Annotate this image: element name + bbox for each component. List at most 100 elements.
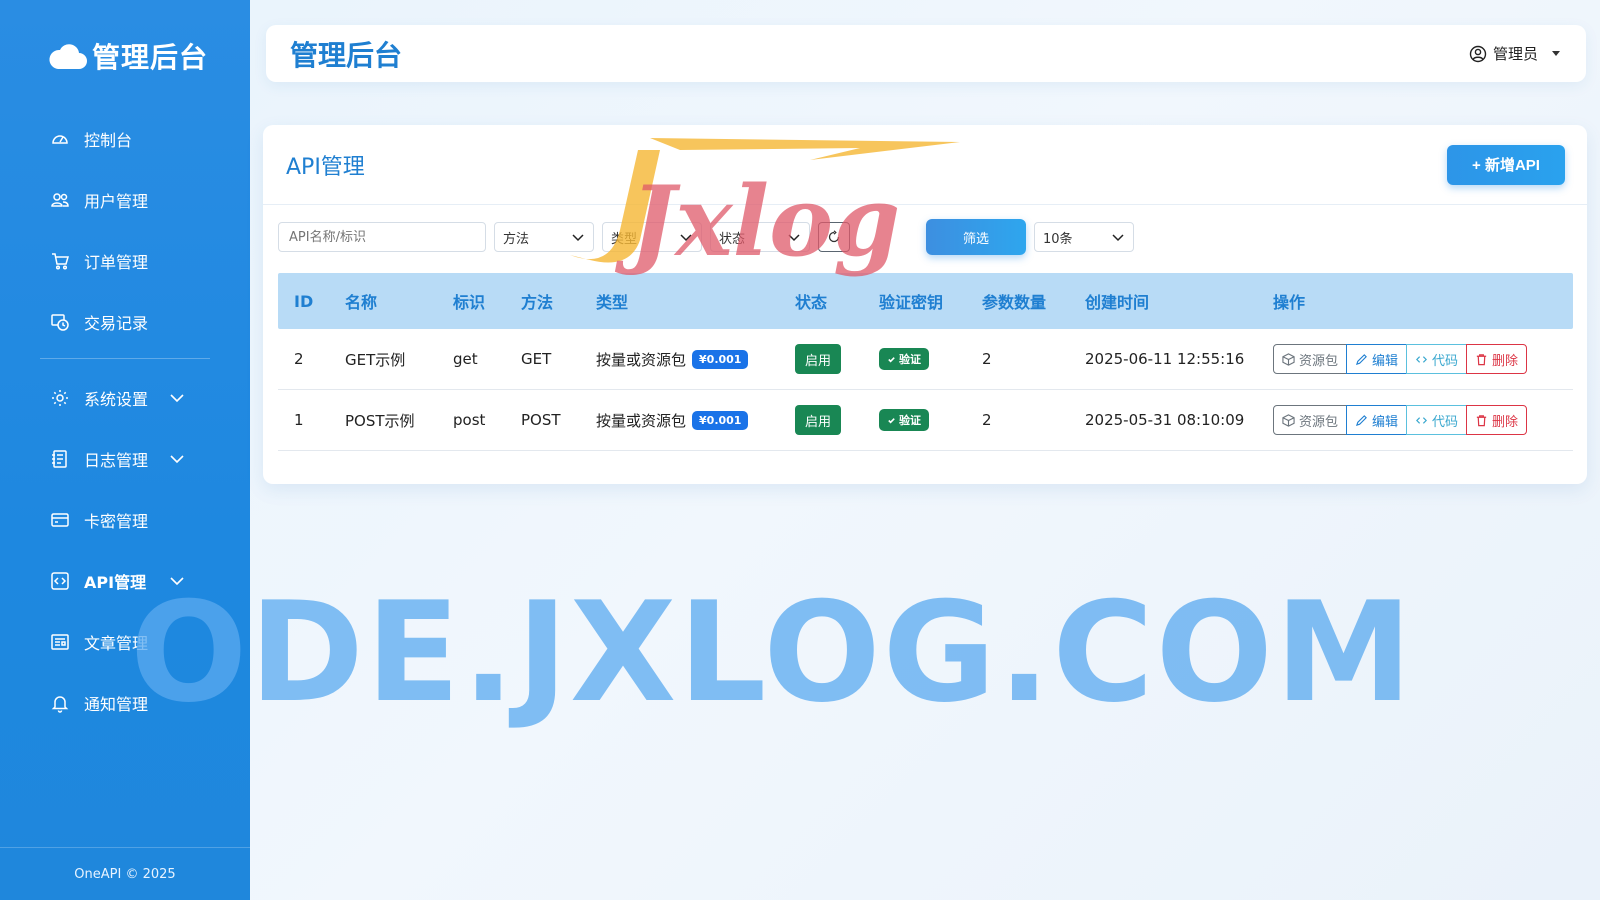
cell-ident: post <box>453 411 486 429</box>
api-card: API管理 + 新增API 方法 类型 状态 筛选 10条 ID 名称 标识 <box>263 125 1587 484</box>
code-icon <box>1416 416 1428 424</box>
op-label: 资源包 <box>1299 353 1339 369</box>
transactions-icon <box>50 312 70 332</box>
type-select[interactable]: 类型 <box>602 222 702 252</box>
sidebar-item-label: 通知管理 <box>84 694 149 714</box>
op-label: 编辑 <box>1372 414 1399 430</box>
code-icon <box>1416 355 1428 363</box>
cell-method: POST <box>521 411 561 429</box>
col-header-name: 名称 <box>345 293 378 312</box>
resource-pack-button[interactable]: 资源包 <box>1273 344 1348 374</box>
type-text: 按量或资源包 <box>596 350 687 369</box>
delete-button[interactable]: 删除 <box>1466 405 1528 435</box>
api-table: ID 名称 标识 方法 类型 状态 验证密钥 参数数量 创建时间 操作 2 GE… <box>278 273 1573 451</box>
caret-down-icon <box>1552 51 1560 56</box>
table-header: ID 名称 标识 方法 类型 状态 验证密钥 参数数量 创建时间 操作 <box>278 273 1573 329</box>
col-header-verify: 验证密钥 <box>879 293 944 312</box>
sidebar-item-users[interactable]: 用户管理 <box>0 169 250 230</box>
page-title: 管理后台 <box>290 38 403 72</box>
cell-created: 2025-05-31 08:10:09 <box>1085 411 1245 429</box>
type-select-value: 类型 <box>611 231 638 247</box>
sidebar-item-articles[interactable]: 文章管理 <box>0 611 250 672</box>
verify-text: 验证 <box>899 353 921 366</box>
trash-icon <box>1476 353 1487 365</box>
newspaper-icon <box>50 632 70 652</box>
watermark-domain: ODE.JXLOG.COM <box>130 572 1415 733</box>
sidebar-item-cards[interactable]: 卡密管理 <box>0 489 250 550</box>
cart-icon <box>50 251 70 271</box>
code-button[interactable]: 代码 <box>1406 405 1468 435</box>
chevron-down-icon <box>788 234 800 242</box>
sidebar-item-notifications[interactable]: 通知管理 <box>0 672 250 733</box>
op-label: 编辑 <box>1372 353 1399 369</box>
chevron-down-icon <box>170 394 184 403</box>
sidebar-item-label: 订单管理 <box>84 252 149 272</box>
page-size-select[interactable]: 10条 <box>1034 222 1134 252</box>
sidebar-item-label: API管理 <box>84 572 147 592</box>
edit-button[interactable]: 编辑 <box>1346 344 1408 374</box>
cell-params: 2 <box>982 411 992 429</box>
sidebar-item-label: 系统设置 <box>84 389 149 409</box>
box-icon <box>1282 413 1295 427</box>
col-header-method: 方法 <box>521 293 554 312</box>
sidebar-item-label: 卡密管理 <box>84 511 149 531</box>
method-select[interactable]: 方法 <box>494 222 594 252</box>
cell-created: 2025-06-11 12:55:16 <box>1085 350 1245 368</box>
filter-bar: 方法 类型 状态 筛选 10条 <box>278 219 1134 255</box>
sidebar-item-settings[interactable]: 系统设置 <box>0 367 250 428</box>
add-api-button[interactable]: + 新增API <box>1447 144 1565 185</box>
user-menu[interactable]: 管理员 <box>1469 43 1560 64</box>
col-header-params: 参数数量 <box>982 293 1047 312</box>
code-button[interactable]: 代码 <box>1406 344 1468 374</box>
cell-id: 2 <box>294 350 304 368</box>
op-label: 删除 <box>1492 353 1519 369</box>
cloud-icon <box>48 41 88 71</box>
code-square-icon <box>50 571 70 591</box>
resource-pack-button[interactable]: 资源包 <box>1273 405 1348 435</box>
edit-button[interactable]: 编辑 <box>1346 405 1408 435</box>
page-size-value: 10条 <box>1043 231 1073 247</box>
op-label: 代码 <box>1432 414 1459 430</box>
sidebar-item-transactions[interactable]: 交易记录 <box>0 291 250 352</box>
card-title: API管理 <box>286 154 365 180</box>
gear-icon <box>50 388 70 408</box>
table-row: 2 GET示例 get GET 按量或资源包 ¥0.001 启用 验证 2 20… <box>278 329 1573 390</box>
brand[interactable]: 管理后台 <box>48 36 208 76</box>
cell-type: 按量或资源包 ¥0.001 <box>596 410 749 431</box>
sidebar-item-logs[interactable]: 日志管理 <box>0 428 250 489</box>
type-text: 按量或资源包 <box>596 411 687 430</box>
chevron-down-icon <box>572 234 584 242</box>
nav-divider <box>40 358 210 359</box>
col-header-id: ID <box>294 291 314 311</box>
status-select[interactable]: 状态 <box>710 222 810 252</box>
op-label: 资源包 <box>1299 414 1339 430</box>
filter-button[interactable]: 筛选 <box>926 219 1026 255</box>
verify-badge: 验证 <box>879 348 929 370</box>
status-select-value: 状态 <box>719 231 746 247</box>
verify-badge: 验证 <box>879 409 929 431</box>
dashboard-icon <box>50 129 70 149</box>
chevron-down-icon <box>170 455 184 464</box>
delete-button[interactable]: 删除 <box>1466 344 1528 374</box>
cell-id: 1 <box>294 411 304 429</box>
reset-button[interactable] <box>818 222 850 252</box>
top-header: 管理后台 管理员 <box>266 25 1586 82</box>
chevron-down-icon <box>680 234 692 242</box>
sidebar-item-dashboard[interactable]: 控制台 <box>0 108 250 169</box>
col-header-status: 状态 <box>795 293 828 312</box>
cell-ops: 资源包 编辑 代码 删除 <box>1273 405 1528 435</box>
price-badge: ¥0.001 <box>692 349 749 369</box>
pencil-icon <box>1355 414 1367 426</box>
sidebar-item-label: 控制台 <box>84 130 133 150</box>
sidebar-item-api[interactable]: API管理 <box>0 550 250 611</box>
op-label: 代码 <box>1432 353 1459 369</box>
brand-title: 管理后台 <box>92 41 209 74</box>
sidebar-item-orders[interactable]: 订单管理 <box>0 230 250 291</box>
sidebar-item-label: 用户管理 <box>84 191 149 211</box>
trash-icon <box>1476 414 1487 426</box>
refresh-icon <box>828 230 840 243</box>
search-input[interactable] <box>278 222 486 252</box>
check-icon <box>888 356 895 362</box>
box-icon <box>1282 352 1295 366</box>
chevron-down-icon <box>170 577 184 586</box>
